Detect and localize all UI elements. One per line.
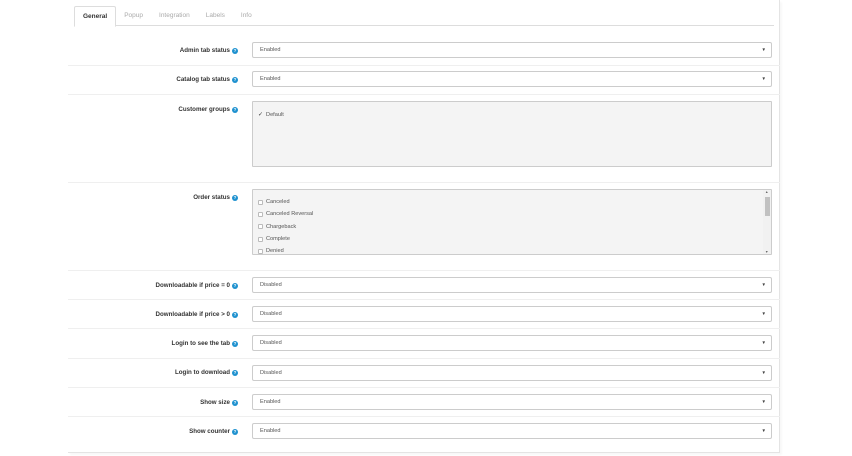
question-circle-icon[interactable]: ? [232, 311, 238, 318]
caret-down-icon: ▼ [761, 311, 766, 316]
label-login-to-see-tab: Login to see the tab ? [171, 340, 238, 347]
row-login-to-see-tab: Login to see the tab ? Disabled ▼ [68, 329, 780, 359]
question-circle-icon[interactable]: ? [232, 369, 238, 376]
downloadable-price-positive-select[interactable]: Disabled ▼ [252, 306, 772, 322]
tab-bar: General Popup Integration Labels Info [74, 6, 774, 27]
login-to-see-tab-select[interactable]: Disabled ▼ [252, 335, 772, 351]
label-customer-groups: Customer groups ? [178, 106, 238, 113]
order-status-scrollbar[interactable]: ▲ ▼ [763, 190, 771, 254]
row-show-counter: Show counter ? Enabled ▼ [68, 417, 780, 451]
question-circle-icon[interactable]: ? [232, 399, 238, 406]
checkbox[interactable] [258, 236, 263, 242]
order-status-option[interactable]: Canceled [253, 196, 771, 208]
show-size-select[interactable]: Enabled ▼ [252, 394, 772, 410]
order-status-option[interactable]: Chargeback [253, 221, 771, 233]
tab-popup[interactable]: Popup [116, 6, 151, 26]
caret-down-icon: ▼ [761, 370, 766, 375]
downloadable-price-zero-select[interactable]: Disabled ▼ [252, 277, 772, 293]
question-circle-icon[interactable]: ? [232, 282, 238, 289]
checkbox[interactable] [258, 248, 263, 254]
label-login-to-download: Login to download ? [175, 369, 238, 376]
caret-down-icon: ▼ [761, 282, 766, 287]
order-status-option[interactable]: Canceled Reversal [253, 208, 771, 220]
caret-down-icon: ▼ [761, 47, 766, 52]
label-downloadable-price-zero: Downloadable if price = 0 ? [155, 282, 238, 289]
order-status-option[interactable]: Complete [253, 233, 771, 245]
tab-integration[interactable]: Integration [151, 6, 198, 26]
caret-down-icon: ▼ [761, 399, 766, 404]
checkbox[interactable] [258, 211, 263, 217]
scroll-down-icon[interactable]: ▼ [765, 250, 768, 254]
caret-down-icon: ▼ [761, 340, 766, 345]
label-show-counter: Show counter ? [189, 428, 238, 435]
checkbox[interactable] [258, 199, 263, 205]
row-downloadable-price-positive: Downloadable if price > 0 ? Disabled ▼ [68, 300, 780, 329]
question-circle-icon[interactable]: ? [232, 106, 238, 113]
tab-labels[interactable]: Labels [198, 6, 233, 26]
row-admin-tab-status: Admin tab status ? Enabled ▼ [68, 36, 780, 66]
checkbox[interactable] [258, 224, 263, 230]
label-catalog-tab-status: Catalog tab status ? [176, 76, 238, 83]
question-circle-icon[interactable]: ? [232, 47, 238, 54]
settings-panel: General Popup Integration Labels Info Ad… [68, 0, 780, 453]
row-show-size: Show size ? Enabled ▼ [68, 388, 780, 417]
customer-group-option[interactable]: ✓ Default [253, 109, 771, 121]
scroll-up-icon[interactable]: ▲ [765, 190, 768, 194]
order-status-list: Canceled Canceled Reversal Chargeback Co… [252, 189, 772, 255]
question-circle-icon[interactable]: ? [232, 194, 238, 201]
scrollbar-thumb[interactable] [765, 197, 770, 216]
row-downloadable-price-zero: Downloadable if price = 0 ? Disabled ▼ [68, 271, 780, 300]
login-to-download-select[interactable]: Disabled ▼ [252, 365, 772, 381]
row-catalog-tab-status: Catalog tab status ? Enabled ▼ [68, 66, 780, 95]
caret-down-icon: ▼ [761, 428, 766, 433]
checkmark-icon: ✓ [258, 111, 264, 118]
customer-groups-list: ✓ Default [252, 101, 772, 167]
caret-down-icon: ▼ [761, 76, 766, 81]
show-counter-select[interactable]: Enabled ▼ [252, 423, 772, 439]
question-circle-icon[interactable]: ? [232, 340, 238, 347]
row-order-status: Order status ? Canceled Canceled Reversa… [68, 183, 780, 271]
tab-general[interactable]: General [74, 6, 117, 27]
label-show-size: Show size ? [200, 399, 238, 406]
label-downloadable-price-positive: Downloadable if price > 0 ? [155, 311, 238, 318]
label-order-status: Order status ? [193, 194, 238, 201]
order-status-option[interactable]: Denied [253, 245, 771, 254]
row-login-to-download: Login to download ? Disabled ▼ [68, 359, 780, 388]
label-admin-tab-status: Admin tab status ? [179, 47, 238, 54]
question-circle-icon[interactable]: ? [232, 76, 238, 83]
admin-tab-status-select[interactable]: Enabled ▼ [252, 42, 772, 58]
question-circle-icon[interactable]: ? [232, 428, 238, 435]
row-customer-groups: Customer groups ? ✓ Default [68, 95, 780, 183]
catalog-tab-status-select[interactable]: Enabled ▼ [252, 71, 772, 87]
tab-info[interactable]: Info [233, 6, 260, 26]
